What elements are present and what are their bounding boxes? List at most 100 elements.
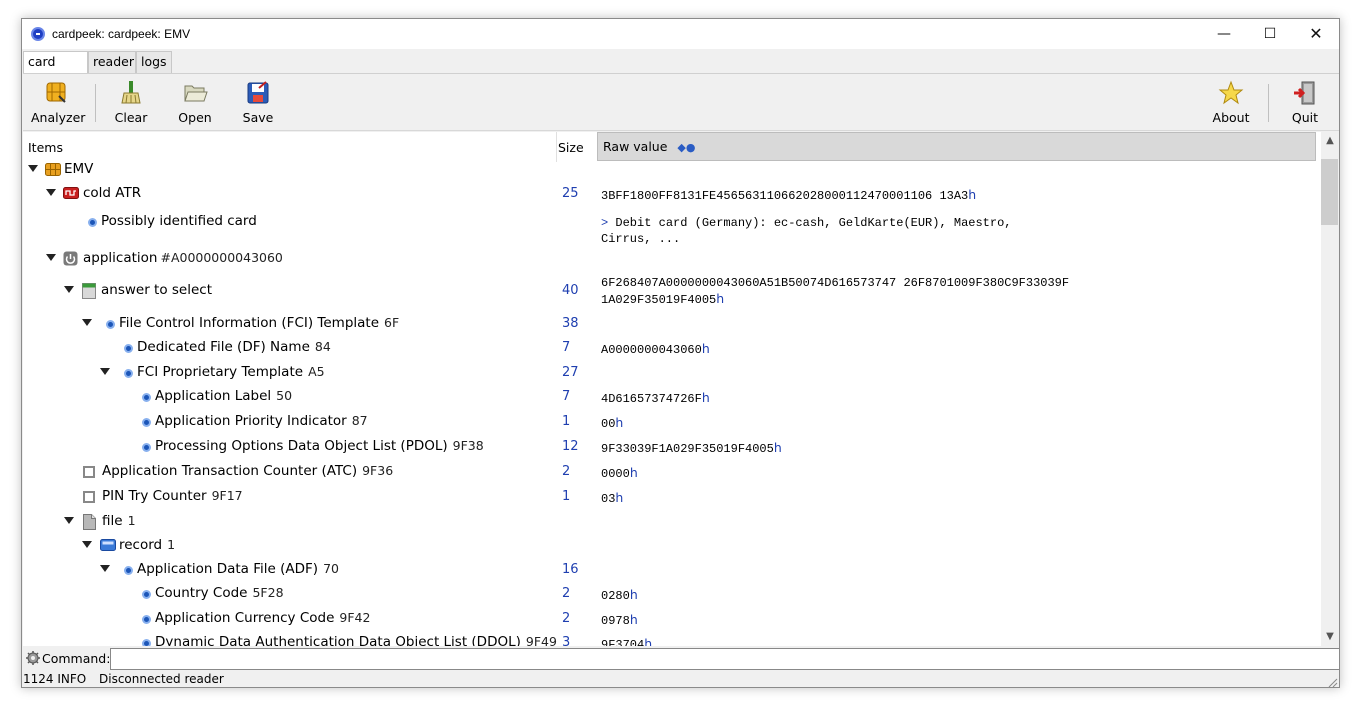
- quit-label: Quit: [1291, 110, 1319, 125]
- node-raw-value: 6F268407A0000000043060A51B50074D61657374…: [601, 276, 1070, 307]
- resize-grip-icon[interactable]: [1326, 676, 1338, 687]
- tab-logs[interactable]: logs: [136, 51, 172, 73]
- tree-row-cold-atr[interactable]: cold ATR 25 3BFF1800FF8131FE456563110662…: [23, 184, 1319, 206]
- expand-arrow-icon[interactable]: [28, 165, 38, 172]
- node-raw-value: 9F3704h: [601, 636, 653, 646]
- node-size: 1: [562, 489, 571, 504]
- bullet-icon: [142, 443, 151, 452]
- atr-icon: [63, 186, 79, 201]
- record-icon: [100, 538, 116, 553]
- scroll-up-icon[interactable]: ▲: [1321, 132, 1339, 150]
- tree-row-ddol[interactable]: Dynamic Data Authentication Data Object …: [23, 633, 1319, 646]
- tree-row-atc[interactable]: Application Transaction Counter (ATC) 9F3…: [23, 462, 1319, 484]
- card-tree-view[interactable]: Items Size Raw value ◆● EMV cold ATR 25 3…: [23, 132, 1321, 646]
- node-name: Possibly identified card: [101, 213, 257, 229]
- node-raw-value: 4D61657374726Fh: [601, 390, 710, 406]
- about-label: About: [1212, 110, 1250, 125]
- vertical-scrollbar[interactable]: ▲ ▼: [1321, 132, 1339, 646]
- app-window: cardpeek: cardpeek: EMV — ☐ ✕ card view …: [21, 18, 1340, 688]
- expand-arrow-icon[interactable]: [82, 319, 92, 326]
- node-name: File Control Information (FCI) Template 6…: [119, 315, 400, 331]
- bullet-icon: [88, 218, 97, 227]
- scroll-down-icon[interactable]: ▼: [1321, 628, 1339, 646]
- save-button[interactable]: Save: [238, 80, 278, 125]
- star-icon: [1218, 80, 1244, 106]
- emv-chip-icon: [45, 162, 61, 177]
- node-raw-value: 00h: [601, 415, 624, 431]
- node-size: 1: [562, 414, 571, 429]
- node-size: 27: [562, 365, 579, 380]
- node-name: application #A0000000043060: [83, 250, 283, 266]
- column-header-items[interactable]: Items: [28, 140, 63, 155]
- open-label: Open: [178, 110, 212, 125]
- expand-arrow-icon[interactable]: [100, 368, 110, 375]
- node-size: 38: [562, 316, 579, 331]
- node-size: 12: [562, 439, 579, 454]
- column-divider[interactable]: [556, 132, 557, 162]
- clear-button[interactable]: Clear: [111, 80, 151, 125]
- command-input[interactable]: [110, 648, 1339, 670]
- bullet-icon: [142, 615, 151, 624]
- analyzer-icon: [43, 80, 69, 106]
- node-name: Application Currency Code 9F42: [155, 610, 371, 626]
- maximize-button[interactable]: ☐: [1247, 19, 1293, 49]
- bullet-icon: [142, 418, 151, 427]
- status-bar: 1124 INFO Disconnected reader: [23, 671, 1339, 687]
- close-button[interactable]: ✕: [1293, 19, 1339, 49]
- bullet-icon: [142, 393, 151, 402]
- power-icon: [63, 251, 78, 266]
- data-square-icon: [83, 491, 95, 503]
- analyzer-button[interactable]: Analyzer: [31, 80, 86, 125]
- node-name: Application Label 50: [155, 388, 293, 404]
- quit-button[interactable]: Quit: [1287, 80, 1323, 125]
- tree-row-pdol[interactable]: Processing Options Data Object List (PDO…: [23, 437, 1319, 459]
- column-header-size[interactable]: Size: [558, 140, 584, 155]
- tab-reader[interactable]: reader: [88, 51, 136, 73]
- node-size: 16: [562, 562, 579, 577]
- response-icon: [82, 283, 96, 299]
- title-bar[interactable]: cardpeek: cardpeek: EMV — ☐ ✕: [22, 19, 1339, 49]
- node-name: answer to select: [101, 282, 213, 298]
- tab-card-view[interactable]: card view: [23, 51, 88, 89]
- expand-arrow-icon[interactable]: [64, 286, 74, 293]
- expand-arrow-icon[interactable]: [64, 517, 74, 524]
- node-name: Application Transaction Counter (ATC) 9F3…: [102, 463, 394, 479]
- toolbar: Analyzer Clear Open Save About Quit: [23, 73, 1339, 131]
- display-mode-icon[interactable]: ◆●: [677, 134, 695, 161]
- log-status: 1124 INFO: [23, 672, 87, 686]
- column-header-raw-value[interactable]: Raw value ◆●: [597, 132, 1316, 161]
- tree-row-emv[interactable]: EMV: [23, 160, 1319, 182]
- expand-arrow-icon[interactable]: [82, 541, 92, 548]
- tree-row-country-code[interactable]: Country Code 5F28 2 0280h: [23, 584, 1319, 606]
- open-button[interactable]: Open: [175, 80, 215, 125]
- node-size: 3: [562, 635, 571, 646]
- bullet-icon: [142, 639, 151, 646]
- tree-row-priority-indicator[interactable]: Application Priority Indicator 87 1 00h: [23, 412, 1319, 434]
- tree-row-adf[interactable]: Application Data File (ADF) 70 16: [23, 560, 1319, 582]
- command-bar: Command:: [23, 647, 1339, 671]
- minimize-button[interactable]: —: [1201, 19, 1247, 49]
- tree-row-pin-try-counter[interactable]: PIN Try Counter 9F17 1 03h: [23, 487, 1319, 509]
- node-raw-value: 0000h: [601, 465, 638, 481]
- tree-row-fci-proprietary[interactable]: FCI Proprietary Template A5 27: [23, 363, 1319, 385]
- tree-row-currency-code[interactable]: Application Currency Code 9F42 2 0978h: [23, 609, 1319, 631]
- scrollbar-thumb[interactable]: [1321, 159, 1338, 225]
- broom-icon: [118, 80, 144, 106]
- expand-arrow-icon[interactable]: [46, 254, 56, 261]
- tree-row-fci-template[interactable]: File Control Information (FCI) Template 6…: [23, 314, 1319, 336]
- folder-icon: [182, 80, 208, 106]
- tree-row-df-name[interactable]: Dedicated File (DF) Name 84 7 A0000000043…: [23, 338, 1319, 360]
- bullet-icon: [124, 566, 133, 575]
- expand-arrow-icon[interactable]: [100, 565, 110, 572]
- tree-row-record[interactable]: record 1: [23, 536, 1319, 558]
- tree-row-application-label[interactable]: Application Label 50 7 4D61657374726Fh: [23, 387, 1319, 409]
- node-size: 2: [562, 464, 571, 479]
- command-label: Command:: [42, 651, 111, 666]
- tree-row-identified-card[interactable]: Possibly identified card > Debit card (G…: [23, 212, 1319, 252]
- about-button[interactable]: About: [1210, 80, 1252, 125]
- tree-row-application[interactable]: application #A0000000043060: [23, 249, 1319, 271]
- tree-row-file[interactable]: file 1: [23, 512, 1319, 534]
- node-size: 2: [562, 586, 571, 601]
- expand-arrow-icon[interactable]: [46, 189, 56, 196]
- analyzer-label: Analyzer: [31, 110, 86, 125]
